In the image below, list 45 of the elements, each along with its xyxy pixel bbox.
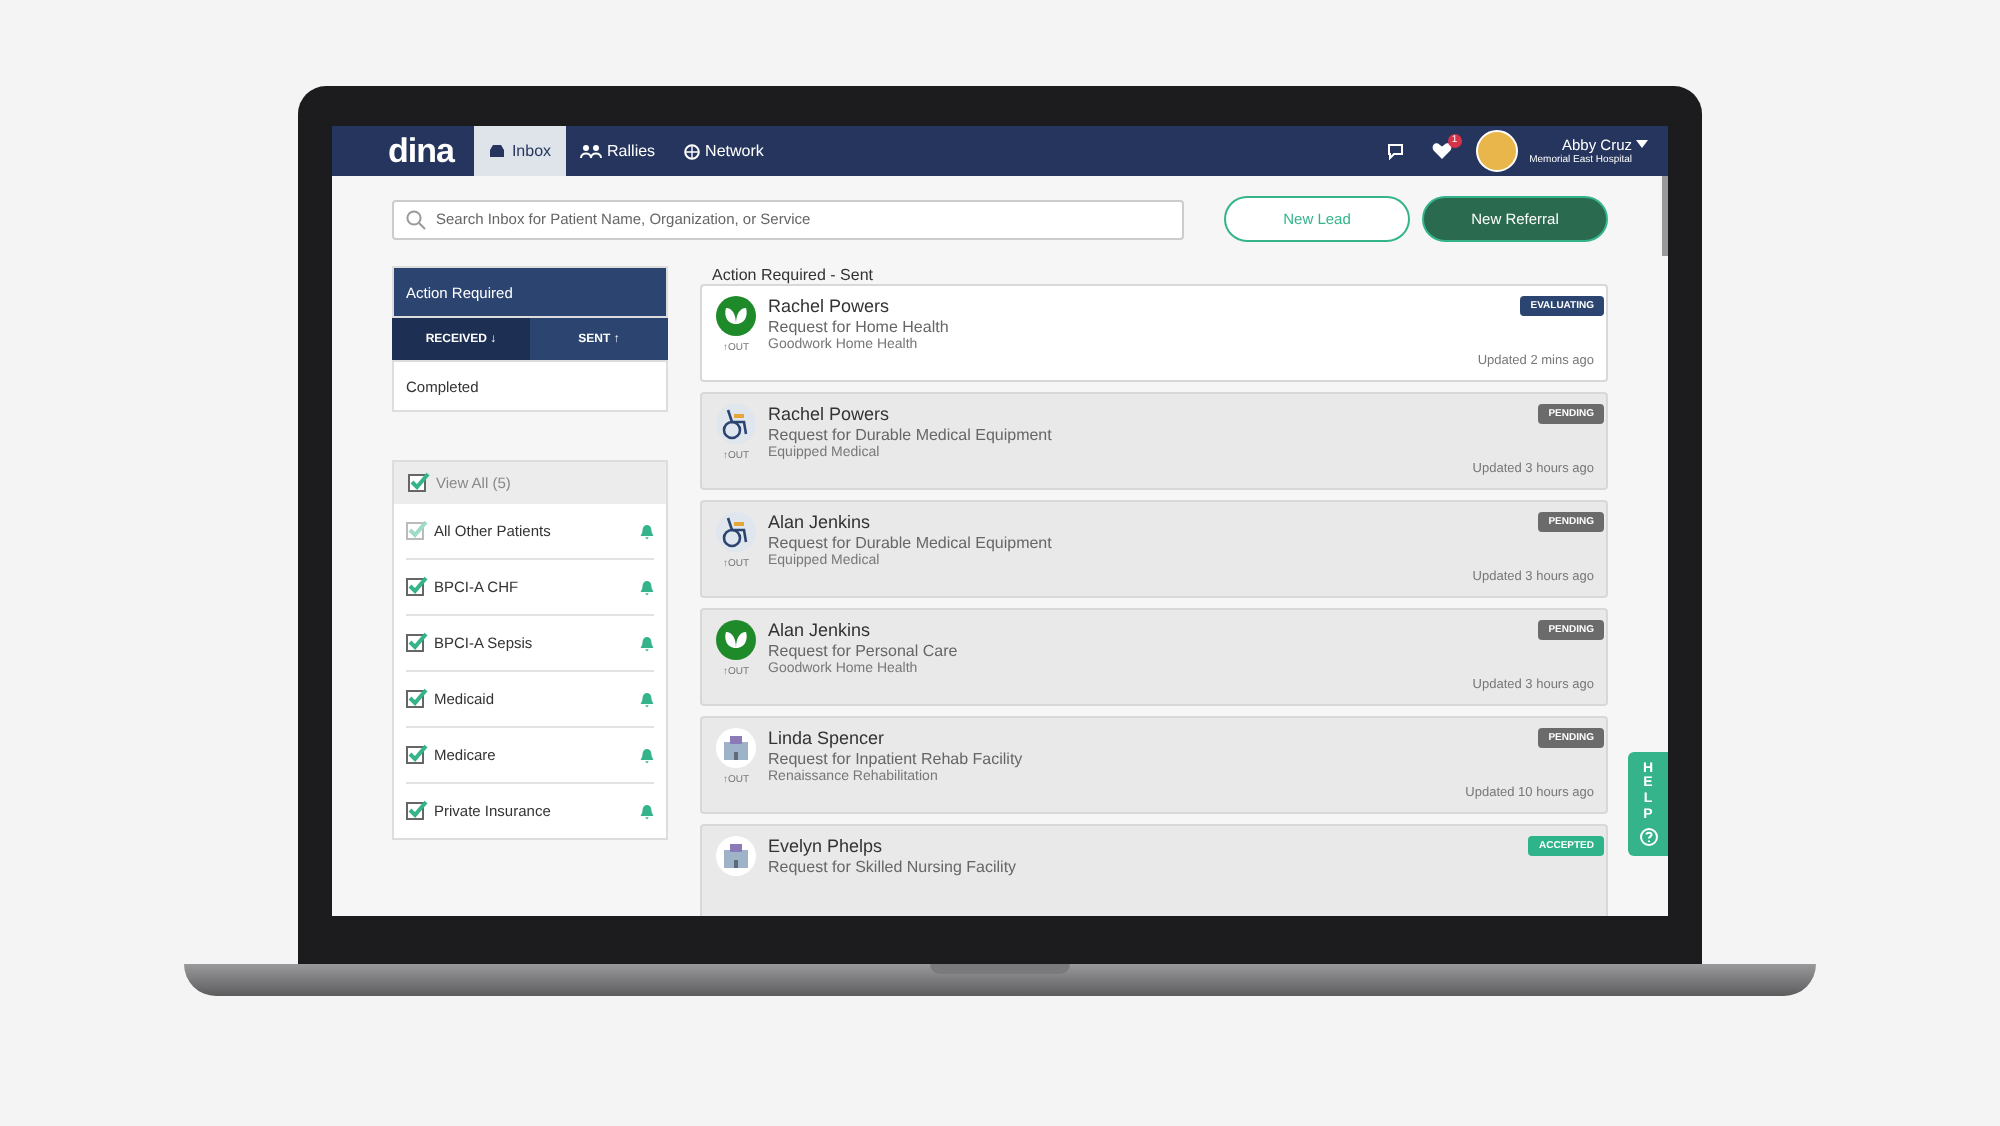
service-request: Request for Personal Care <box>768 642 960 660</box>
service-request: Request for Home Health <box>768 318 951 336</box>
caret-icon[interactable] <box>1636 140 1648 148</box>
bell-icon[interactable] <box>640 635 654 651</box>
chat-icon[interactable] <box>1387 143 1408 159</box>
service-request: Request for Durable Medical Equipment <box>768 534 1054 552</box>
patient-name: Evelyn Phelps <box>768 836 885 856</box>
user-avatar[interactable] <box>1475 130 1518 172</box>
list-title: Action Required - Sent <box>710 266 875 284</box>
nav-tab[interactable]: Network <box>669 126 778 176</box>
search-icon <box>406 209 426 229</box>
leaf-icon <box>716 296 756 336</box>
checkbox[interactable] <box>406 576 428 598</box>
patient-name: Alan Jenkins <box>768 512 873 532</box>
patient-name: Rachel Powers <box>768 296 892 316</box>
question-icon <box>1639 828 1657 847</box>
checkbox[interactable] <box>408 472 430 494</box>
bell-icon[interactable] <box>640 691 654 707</box>
wheelchair-icon <box>716 404 756 444</box>
checkbox[interactable] <box>406 688 428 710</box>
globe-icon <box>683 143 700 159</box>
people-icon <box>579 144 602 158</box>
checkbox[interactable] <box>406 800 428 822</box>
inbox-icon <box>487 144 506 158</box>
logo[interactable]: dina <box>388 131 454 171</box>
patient-name: Linda Spencer <box>768 728 887 748</box>
patient-name: Rachel Powers <box>768 404 892 424</box>
checkbox[interactable] <box>406 744 428 766</box>
heart-icon[interactable] <box>1431 142 1452 160</box>
bell-icon[interactable] <box>640 747 654 763</box>
wheelchair-icon <box>716 512 756 552</box>
nav-tab[interactable]: Rallies <box>565 126 670 176</box>
scrollbar[interactable] <box>1662 176 1668 256</box>
bell-icon[interactable] <box>640 523 654 539</box>
building-icon <box>716 836 756 876</box>
patient-name: Alan Jenkins <box>768 620 873 640</box>
service-request: Request for Durable Medical Equipment <box>768 426 1054 444</box>
bell-icon[interactable] <box>640 579 654 595</box>
service-request: Request for Inpatient Rehab Facility <box>768 750 1025 768</box>
leaf-icon <box>716 620 756 660</box>
building-icon <box>716 728 756 768</box>
service-request: Request for Skilled Nursing Facility <box>768 858 1019 876</box>
checkbox[interactable] <box>406 632 428 654</box>
nav-tab[interactable]: Inbox <box>473 126 566 176</box>
bell-icon[interactable] <box>640 803 654 819</box>
